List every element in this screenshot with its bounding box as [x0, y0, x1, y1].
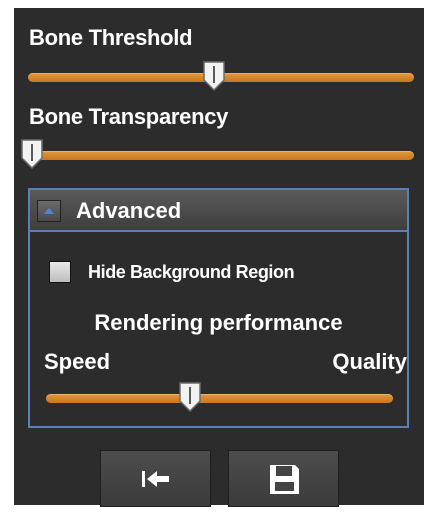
collapse-arrow-icon	[44, 208, 54, 214]
hide-background-label: Hide Background Region	[88, 262, 295, 282]
hide-background-checkbox[interactable]	[49, 261, 71, 283]
speed-label: Speed	[44, 349, 111, 374]
quality-label: Quality	[332, 349, 407, 374]
bone-settings-panel: Bone Threshold Bone Transparency Advance…	[14, 8, 424, 507]
save-button[interactable]	[228, 450, 339, 507]
jump-to-start-icon	[142, 471, 169, 487]
rendering-performance-slider-track[interactable]	[46, 394, 393, 403]
advanced-title: Advanced	[76, 198, 182, 223]
save-disk-icon	[270, 465, 299, 494]
advanced-header[interactable]: Advanced	[30, 190, 407, 232]
bone-threshold-slider-thumb[interactable]	[202, 61, 226, 91]
bone-transparency-slider-track[interactable]	[22, 151, 414, 160]
reset-button[interactable]	[100, 450, 211, 507]
rendering-performance-slider-thumb[interactable]	[178, 382, 202, 412]
bone-transparency-slider-thumb[interactable]	[20, 139, 44, 169]
collapse-button[interactable]	[37, 200, 61, 222]
advanced-group: Advanced Hide Background Region Renderin…	[28, 188, 409, 428]
bone-transparency-label: Bone Transparency	[29, 104, 229, 129]
rendering-performance-title: Rendering performance	[94, 310, 343, 335]
bone-threshold-label: Bone Threshold	[29, 25, 193, 50]
